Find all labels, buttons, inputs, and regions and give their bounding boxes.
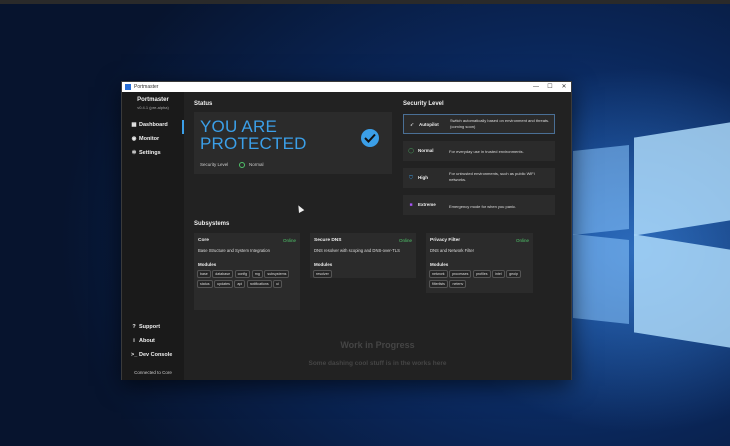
level-high[interactable]: ⛉ High For untrusted environments, such … (403, 168, 555, 188)
gear-icon: ✲ (131, 150, 137, 156)
sidebar: Portmaster v0.4.1 (pre-alpha) ▦ Dashboar… (122, 92, 184, 380)
module-chip: updates (214, 280, 233, 288)
maximize-button[interactable]: ☐ (543, 83, 557, 91)
window-title: Portmaster (134, 84, 159, 90)
nav-support[interactable]: ? Support (131, 324, 160, 330)
level-description: For untrusted environments, such as publ… (449, 171, 535, 182)
top-edge-bar (0, 0, 730, 4)
level-description: Emergency mode for when you panic. (449, 204, 517, 209)
subsystem-status: Online (282, 238, 296, 243)
modules-label: Modules (314, 262, 333, 267)
work-in-progress-title: Work in Progress (340, 340, 415, 350)
level-name: Autopilot (419, 122, 439, 127)
nav-about[interactable]: i About (131, 338, 155, 344)
module-chip: status (197, 280, 213, 288)
level-autopilot[interactable]: ➶ Autopilot Switch automatically based o… (403, 114, 555, 134)
module-chip: filterlists (429, 280, 448, 288)
square-icon: ■ (409, 202, 413, 208)
subsystem-core: Core Online Base Structure and System In… (194, 233, 300, 310)
subsystem-description: Base Structure and System Integration (198, 248, 270, 253)
level-name: High (418, 175, 428, 180)
portmaster-window[interactable]: Portmaster — ☐ ✕ Portmaster v0.4.1 (pre-… (121, 81, 572, 380)
nav-dashboard-label: Dashboard (139, 122, 168, 128)
module-chip: config (234, 270, 251, 278)
subsystem-name: Privacy Filter (430, 238, 461, 243)
nav-dashboard[interactable]: ▦ Dashboard (131, 122, 168, 128)
status-heading: Status (194, 101, 213, 107)
module-list: resolver (313, 270, 413, 280)
module-chip: api (234, 280, 246, 288)
info-icon: i (133, 338, 135, 344)
module-chip: geoip (506, 270, 521, 278)
protection-headline: YOU ARE PROTECTED (200, 117, 307, 153)
module-chip: processes (449, 270, 472, 278)
module-chip: resolver (313, 270, 332, 278)
logo-pane-bottom-left (573, 234, 629, 324)
terminal-icon: >_ (131, 352, 138, 358)
rocket-icon: ➶ (409, 122, 415, 128)
level-description: Switch automatically based on environmen… (450, 118, 550, 129)
nav-settings[interactable]: ✲ Settings (131, 150, 161, 156)
subsystem-privacy-filter: Privacy Filter Online DNS and Network Fi… (426, 233, 533, 293)
subsystem-name: Core (198, 238, 209, 243)
question-icon: ? (132, 324, 136, 330)
module-chip: intel (492, 270, 505, 278)
check-circle-icon (361, 129, 379, 147)
connection-status: Connected to Core (134, 370, 172, 375)
app-name: Portmaster (137, 97, 169, 103)
logo-pane-top-right (634, 122, 730, 236)
level-name: Normal (418, 148, 434, 153)
nav-about-label: About (139, 338, 155, 344)
eye-icon: ◉ (131, 136, 137, 142)
nav-settings-label: Settings (139, 150, 161, 156)
subsystem-secure-dns: Secure DNS Online DNS resolver with scop… (310, 233, 416, 278)
status-card: YOU ARE PROTECTED Security Level Normal (194, 112, 392, 174)
module-list: network processes profiles intel geoip f… (429, 270, 531, 290)
logo-pane-bottom-right (634, 234, 730, 348)
module-chip: notifications (246, 280, 272, 288)
main-content: Status YOU ARE PROTECTED Security Level … (184, 92, 571, 380)
nav-dev-console-label: Dev Console (139, 352, 173, 358)
shield-icon: ⛉ (409, 175, 413, 181)
minimize-button[interactable]: — (529, 83, 543, 91)
normal-level-icon (239, 162, 245, 168)
level-normal[interactable]: ◯ Normal For everyday use in trusted env… (403, 141, 555, 161)
nav-monitor[interactable]: ◉ Monitor (131, 136, 160, 142)
nav-monitor-label: Monitor (139, 136, 160, 142)
security-level-heading: Security Level (403, 101, 444, 107)
level-extreme[interactable]: ■ Extreme Emergency mode for when you pa… (403, 195, 555, 215)
subsystem-status: Online (515, 238, 529, 243)
work-in-progress-subtitle: Some dashing cool stuff is in the works … (308, 360, 447, 367)
module-chip: network (429, 270, 448, 278)
level-name: Extreme (418, 202, 436, 207)
subsystem-name: Secure DNS (314, 238, 342, 243)
subsystem-description: DNS and Network Filter (430, 248, 474, 253)
modules-label: Modules (198, 262, 217, 267)
modules-label: Modules (430, 262, 449, 267)
module-chip: rng (251, 270, 263, 278)
nav-support-label: Support (139, 324, 161, 330)
security-level-label: Security Level (200, 162, 229, 167)
security-level-value: Normal (249, 162, 264, 167)
module-chip: base (197, 270, 211, 278)
logo-pane-top-left (573, 145, 629, 235)
nav-dev-console[interactable]: >_ Dev Console (131, 352, 172, 358)
close-button[interactable]: ✕ (557, 83, 571, 91)
subsystems-heading: Subsystems (194, 221, 230, 227)
module-chip: netenv (449, 280, 467, 288)
dashboard-icon: ▦ (131, 122, 137, 128)
module-chip: database (212, 270, 234, 278)
module-list: base database config rng subsystems stat… (197, 270, 297, 290)
circle-icon: ◯ (408, 148, 414, 154)
subsystem-description: DNS resolver with scoping and DNS-over-T… (314, 248, 400, 253)
subsystem-status: Online (398, 238, 412, 243)
level-description: For everyday use in trusted environments… (449, 149, 524, 154)
module-chip: ui (273, 280, 282, 288)
app-icon (125, 84, 131, 90)
module-chip: profiles (472, 270, 491, 278)
module-chip: subsystems (264, 270, 290, 278)
app-version: v0.4.1 (pre-alpha) (137, 105, 169, 110)
